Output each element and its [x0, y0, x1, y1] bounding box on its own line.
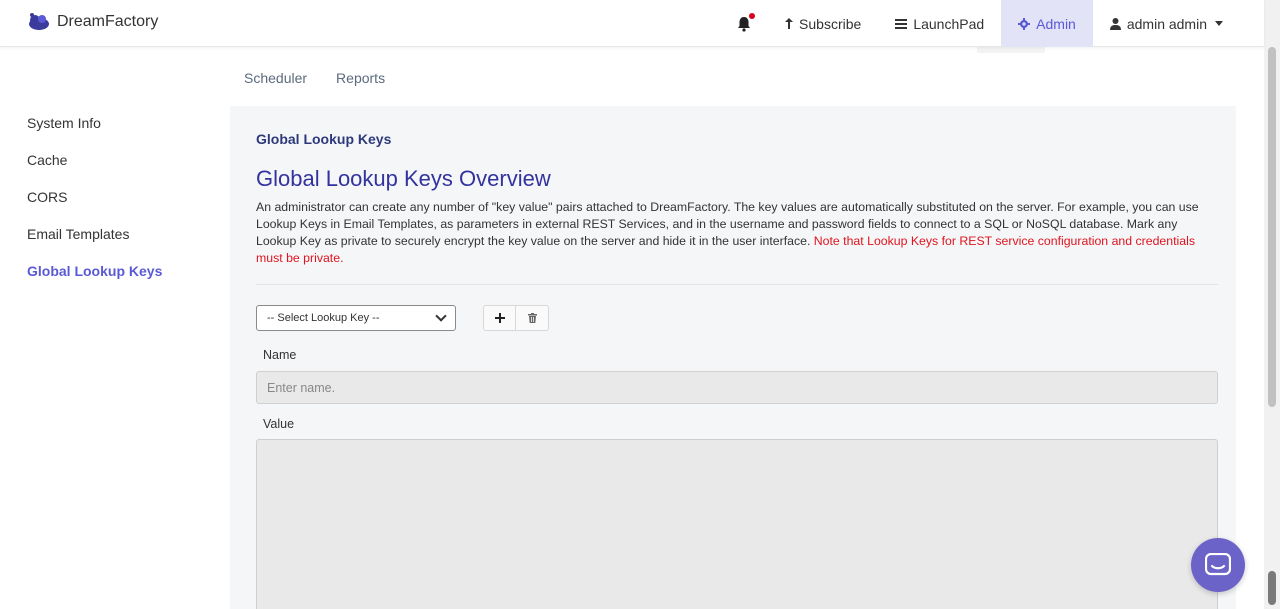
tab-scheduler[interactable]: Scheduler — [244, 60, 307, 96]
lookup-key-select-value: -- Select Lookup Key -- — [267, 312, 380, 324]
chevron-down-icon — [435, 310, 447, 322]
launchpad-link[interactable]: LaunchPad — [878, 0, 1001, 47]
top-navbar: DreamFactory Subscribe LaunchPad Admin a… — [0, 0, 1264, 47]
lookup-key-select[interactable]: -- Select Lookup Key -- — [256, 305, 456, 331]
notifications-button[interactable] — [720, 0, 768, 47]
brand-name: DreamFactory — [57, 13, 159, 30]
page-scrollbar[interactable] — [1264, 0, 1280, 609]
dreamfactory-logo-icon — [29, 13, 49, 30]
tab-reports[interactable]: Reports — [336, 60, 385, 96]
main-panel: Global Lookup Keys Global Lookup Keys Ov… — [230, 106, 1236, 609]
page-title: Global Lookup Keys Overview — [256, 166, 551, 191]
caret-down-icon — [1215, 21, 1223, 26]
brand[interactable]: DreamFactory — [26, 12, 158, 32]
menu-icon — [895, 18, 908, 29]
sidebar-item-system-info[interactable]: System Info — [27, 114, 207, 151]
admin-label: Admin — [1036, 15, 1076, 32]
tab-indicator — [977, 47, 1045, 53]
user-icon — [1109, 17, 1121, 30]
value-textarea[interactable] — [256, 439, 1218, 609]
scrollbar-lower-thumb[interactable] — [1268, 571, 1276, 605]
scrollbar-thumb[interactable] — [1268, 47, 1276, 407]
sidebar-item-cache[interactable]: Cache — [27, 151, 207, 188]
trash-icon — [527, 313, 537, 323]
subscribe-link[interactable]: Subscribe — [768, 0, 878, 47]
breadcrumb: Global Lookup Keys — [256, 131, 392, 147]
chat-launcher-button[interactable] — [1191, 538, 1245, 592]
delete-lookup-key-button[interactable] — [516, 305, 549, 331]
notification-dot — [749, 12, 756, 19]
config-subtabs: Scheduler Reports — [230, 60, 385, 96]
name-input[interactable] — [256, 371, 1218, 404]
subscribe-label: Subscribe — [799, 15, 862, 32]
sidebar-item-cors[interactable]: CORS — [27, 188, 207, 225]
bell-icon — [737, 12, 756, 32]
user-name: admin admin — [1126, 15, 1207, 32]
sidebar-item-email-templates[interactable]: Email Templates — [27, 225, 207, 262]
name-label: Name — [263, 348, 297, 362]
sidebar-item-global-lookup-keys[interactable]: Global Lookup Keys — [27, 262, 207, 299]
value-label: Value — [263, 417, 295, 431]
user-menu[interactable]: admin admin — [1093, 0, 1264, 47]
chat-icon — [1205, 553, 1231, 576]
upload-icon — [785, 17, 794, 29]
admin-link[interactable]: Admin — [1001, 0, 1093, 47]
gear-icon — [1018, 17, 1031, 30]
lookup-key-actions — [483, 305, 549, 331]
nav-menu: Subscribe LaunchPad Admin admin admin — [720, 0, 1264, 47]
add-lookup-key-button[interactable] — [483, 305, 516, 331]
divider — [256, 284, 1218, 285]
page-description: An administrator can create any number o… — [256, 199, 1206, 267]
config-sidebar: System Info Cache CORS Email Templates G… — [27, 114, 207, 299]
launchpad-label: LaunchPad — [913, 15, 985, 32]
plus-icon — [494, 313, 505, 323]
